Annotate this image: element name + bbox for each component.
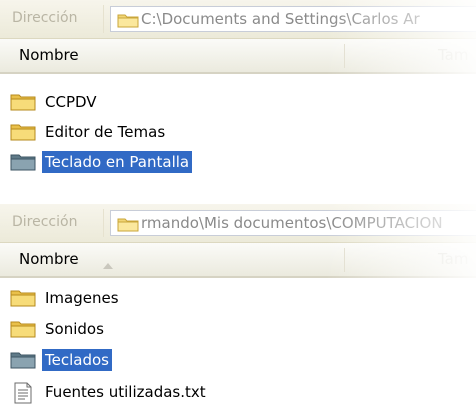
column-header-size[interactable]: Tam [438, 250, 468, 268]
list-item-label: Teclado en Pantalla [42, 151, 193, 173]
folder-icon [10, 350, 36, 374]
address-input[interactable]: C:\Documents and Settings\Carlos Ar [110, 6, 476, 32]
address-bar: Dirección C:\Documents and Settings\Carl… [0, 0, 476, 39]
column-header-name[interactable]: Nombre [19, 250, 79, 268]
column-divider[interactable] [344, 248, 345, 272]
list-item-label: CCPDV [45, 93, 97, 111]
list-item-label: Teclados [42, 349, 112, 371]
address-input[interactable]: rmando\Mis documentos\COMPUTACION [110, 210, 476, 236]
list-item-label: Editor de Temas [45, 123, 166, 141]
column-header-bar: Nombre Tam [0, 243, 476, 278]
folder-icon [10, 152, 36, 176]
address-path: rmando\Mis documentos\COMPUTACION [141, 214, 443, 232]
explorer-pane-2: Dirección rmando\Mis documentos\COMPUTAC… [0, 204, 476, 419]
column-header-bar: Nombre Tam [0, 39, 476, 74]
list-item-label: Fuentes utilizadas.txt [45, 383, 206, 401]
folder-icon [10, 122, 36, 146]
column-header-name[interactable]: Nombre [19, 46, 79, 64]
address-separator [103, 5, 104, 33]
folder-icon [10, 288, 36, 312]
address-bar: Dirección rmando\Mis documentos\COMPUTAC… [0, 204, 476, 243]
folder-icon [10, 92, 36, 116]
sort-ascending-icon [102, 256, 114, 274]
column-divider[interactable] [344, 44, 345, 68]
folder-icon [117, 216, 139, 236]
address-path: C:\Documents and Settings\Carlos Ar [141, 10, 420, 28]
text-file-icon [10, 382, 36, 408]
list-item-label: Sonidos [45, 320, 104, 338]
address-label: Dirección [12, 214, 78, 230]
address-separator [103, 209, 104, 237]
address-label: Dirección [12, 10, 78, 26]
folder-icon [117, 12, 139, 32]
explorer-pane-1: Dirección C:\Documents and Settings\Carl… [0, 0, 476, 190]
list-item-label: Imagenes [45, 289, 119, 307]
folder-icon [10, 319, 36, 343]
column-header-size[interactable]: Tam [438, 46, 468, 64]
